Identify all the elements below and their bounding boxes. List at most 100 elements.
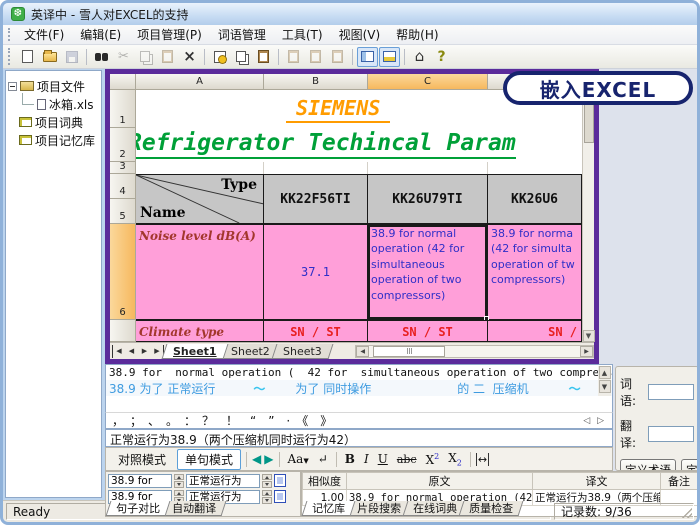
first-sheet-icon[interactable]: ◀ xyxy=(112,345,125,358)
menu-terms[interactable]: 词语管理 xyxy=(211,24,273,45)
define-new-word-button[interactable]: 定义新词 xyxy=(681,459,699,471)
column-header-a[interactable]: A xyxy=(136,74,264,90)
scroll-up-icon[interactable]: ▲ xyxy=(599,366,611,379)
toolbar-grip[interactable] xyxy=(8,48,11,65)
find-button[interactable] xyxy=(91,47,112,67)
insert-break-button[interactable]: ↵ xyxy=(315,452,331,466)
target-edit-field[interactable]: 正常运行为38.9（两个压缩机同时运行为42） xyxy=(105,429,613,447)
menu-help[interactable]: 帮助(H) xyxy=(389,24,445,45)
punctuation-bar[interactable]: ， ； 、 。 ： ？ ！ “ ” · 《 》 ◁ ▷ xyxy=(105,412,613,429)
punctuation-scroll-icons[interactable]: ◁ ▷ xyxy=(583,416,606,426)
strikethrough-button[interactable]: abc xyxy=(394,453,420,466)
import-file-button[interactable] xyxy=(231,47,252,67)
cell-noise-c-selected[interactable]: 38.9 for normal operation (42 for simult… xyxy=(368,224,488,320)
paste-button[interactable] xyxy=(157,47,178,67)
paste-b-button[interactable] xyxy=(305,47,326,67)
home-button[interactable]: ⌂ xyxy=(409,47,430,67)
cell-climate-b[interactable]: SN / ST xyxy=(264,320,368,342)
tree-item-workbook[interactable]: 冰箱.xls xyxy=(8,95,99,113)
row-header-6[interactable]: 6 xyxy=(110,224,136,320)
punctuation-shortcuts[interactable]: ， ； 、 。 ： ？ ！ “ ” · 《 》 xyxy=(112,412,332,429)
cell-subtitle[interactable]: Refrigerator Techincal Param xyxy=(136,128,582,162)
copy-button[interactable] xyxy=(135,47,156,67)
cell-climate-d[interactable]: SN / xyxy=(488,320,582,342)
italic-button[interactable]: I xyxy=(361,452,372,466)
tab-sheet3[interactable]: Sheet3 xyxy=(272,344,334,359)
horizontal-scroll-thumb[interactable] xyxy=(373,346,445,357)
bold-button[interactable]: B xyxy=(342,452,358,466)
target-spinner[interactable] xyxy=(262,490,272,504)
toggle-preview-layout-button[interactable] xyxy=(379,47,400,67)
menu-grip[interactable] xyxy=(8,28,11,41)
scroll-left-icon[interactable]: ◀ xyxy=(356,346,369,357)
cell-climate-label[interactable]: Climate type xyxy=(136,320,264,342)
cell-type-name[interactable]: Type Name xyxy=(136,174,264,224)
delete-button[interactable]: × xyxy=(179,47,200,67)
cell-model-1[interactable]: KK22F56TI xyxy=(264,174,368,224)
tab-fragment-search[interactable]: 片段搜索 xyxy=(347,501,412,516)
open-file-button[interactable] xyxy=(39,47,60,67)
excel-select-all[interactable] xyxy=(110,74,136,90)
menu-project[interactable]: 项目管理(P) xyxy=(130,24,209,45)
column-header-c[interactable]: C xyxy=(368,74,488,90)
font-button[interactable]: Aa▼ xyxy=(285,452,312,466)
tree-item-project-memory[interactable]: 项目记忆库 xyxy=(8,131,99,149)
menu-view[interactable]: 视图(V) xyxy=(332,24,388,45)
scroll-right-icon[interactable]: ▶ xyxy=(580,346,593,357)
excel-vertical-scrollbar[interactable]: ▲ ▼ xyxy=(582,90,594,342)
target-spinner[interactable] xyxy=(262,474,272,488)
menu-file[interactable]: 文件(F) xyxy=(17,24,71,45)
define-term-button[interactable]: 定义术语 xyxy=(620,459,676,471)
target-fragment-input[interactable]: 正常运行为 xyxy=(186,474,260,488)
title-bar[interactable]: ❆ 英译中 - 雪人对EXCEL的支持 xyxy=(3,3,697,25)
paste-a-button[interactable] xyxy=(283,47,304,67)
subscript-button[interactable]: X2 xyxy=(445,451,465,467)
tab-sheet1[interactable]: Sheet1 xyxy=(162,344,228,359)
export-settings-button[interactable] xyxy=(209,47,230,67)
cell-noise-d[interactable]: 38.9 for norma (42 for simulta operation… xyxy=(488,224,582,320)
row-header-3[interactable]: 3 xyxy=(110,162,136,174)
scroll-down-icon[interactable]: ▼ xyxy=(583,330,595,342)
resize-grip[interactable] xyxy=(682,508,692,518)
tab-quality-check[interactable]: 质量检查 xyxy=(459,501,524,516)
next-segment-icon[interactable]: ▶ xyxy=(264,452,273,466)
scroll-down-icon[interactable]: ▼ xyxy=(599,380,611,393)
cut-button[interactable]: ✂ xyxy=(113,47,134,67)
save-button[interactable] xyxy=(61,47,82,67)
source-spinner[interactable] xyxy=(174,474,184,488)
row-header-2[interactable]: 2 xyxy=(110,128,136,162)
cell-model-2[interactable]: KK26U79TI xyxy=(368,174,488,224)
word-input[interactable] xyxy=(648,384,694,400)
help-button[interactable]: ? xyxy=(431,47,452,67)
compare-mode-button[interactable]: 对照模式 xyxy=(110,449,174,470)
sentence-view[interactable]: 38.9 for normal operation ( 42 for simul… xyxy=(105,364,613,412)
tab-sentence-compare[interactable]: 句子对比 xyxy=(106,501,171,516)
copy-fragment-icon[interactable] xyxy=(274,490,286,503)
sentence-scrollbar[interactable]: ▲ ▼ xyxy=(598,366,611,396)
cell-noise-b[interactable]: 37.1 xyxy=(264,224,368,320)
translation-input[interactable] xyxy=(648,426,694,442)
cell-climate-c[interactable]: SN / ST xyxy=(368,320,488,342)
tab-auto-translate[interactable]: 自动翻译 xyxy=(162,501,227,516)
excel-horizontal-scrollbar[interactable]: ◀ ▶ xyxy=(355,345,594,358)
menu-tools[interactable]: 工具(T) xyxy=(275,24,330,45)
column-header-b[interactable]: B xyxy=(264,74,368,90)
row-header-7[interactable] xyxy=(110,320,136,342)
underline-button[interactable]: U xyxy=(375,452,391,466)
superscript-button[interactable]: X2 xyxy=(423,452,443,467)
fit-width-button[interactable]: ↔ xyxy=(476,453,489,466)
prev-segment-icon[interactable]: ◀ xyxy=(252,452,261,466)
cell-noise-label[interactable]: Noise level dB(A) xyxy=(136,224,264,320)
vertical-scroll-thumb[interactable] xyxy=(584,103,594,143)
copy-page-button[interactable] xyxy=(253,47,274,67)
paste-fragment-icon[interactable] xyxy=(274,474,286,487)
prev-sheet-icon[interactable]: ◀ xyxy=(125,345,138,358)
toggle-split-layout-button[interactable] xyxy=(357,47,378,67)
tab-memory[interactable]: 记忆库 xyxy=(302,501,356,516)
row-header-5[interactable]: 5 xyxy=(110,199,136,224)
menu-edit[interactable]: 编辑(E) xyxy=(73,24,128,45)
row-header-1[interactable]: 1 xyxy=(110,90,136,128)
tab-online-dictionary[interactable]: 在线词典 xyxy=(403,501,468,516)
paste-c-button[interactable] xyxy=(327,47,348,67)
single-sentence-mode-button[interactable]: 单句模式 xyxy=(177,449,241,470)
